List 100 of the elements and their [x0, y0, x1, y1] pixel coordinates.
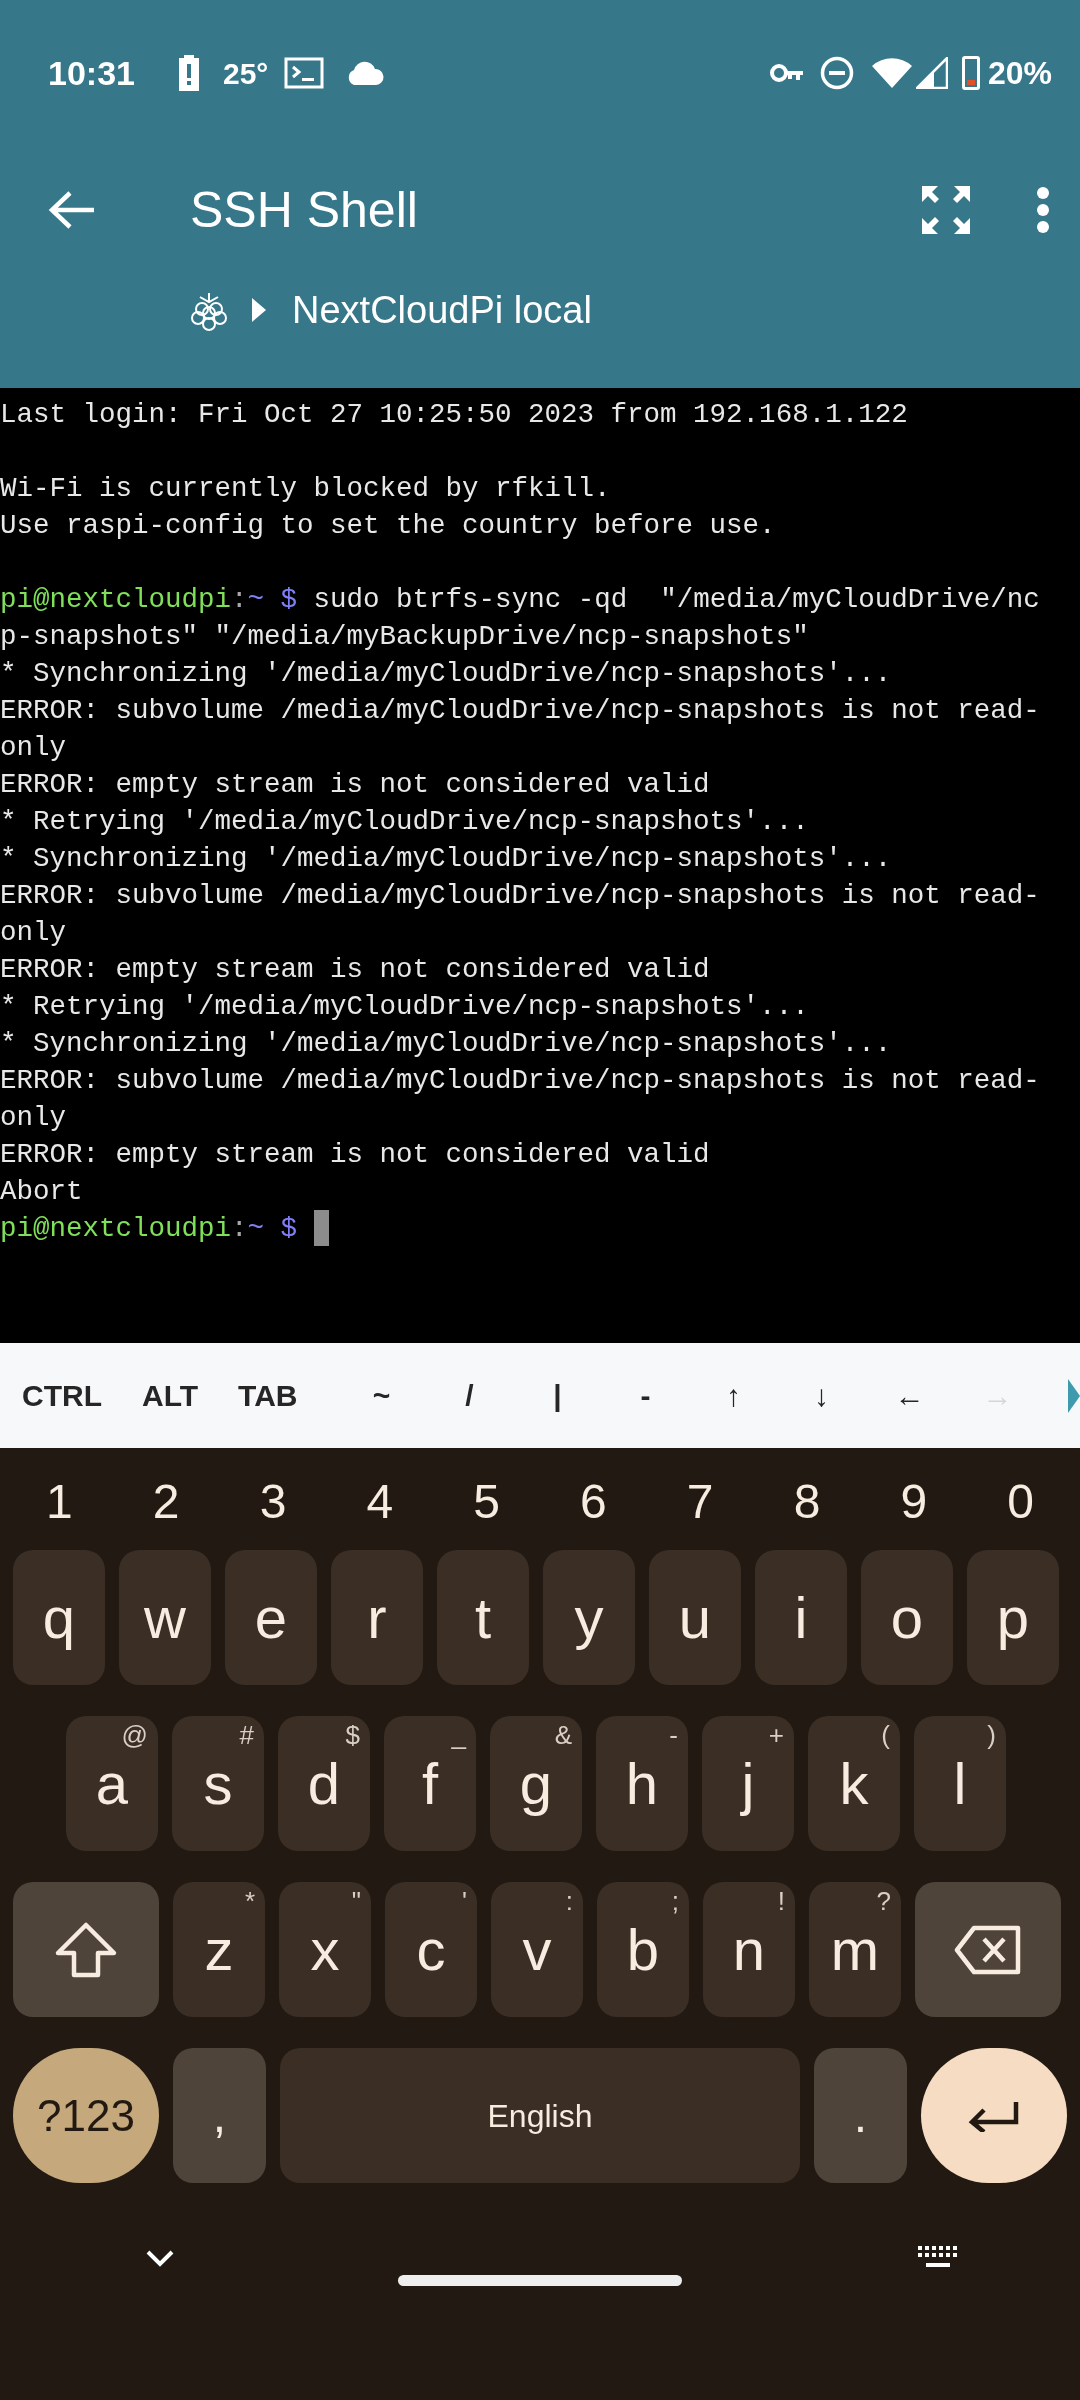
- keyboard-icon[interactable]: [918, 2246, 958, 2270]
- number-key[interactable]: 3: [226, 1466, 320, 1538]
- punctuation-key[interactable]: ,: [173, 2048, 266, 2183]
- letter-key[interactable]: b ;: [597, 1882, 689, 2017]
- letter-key[interactable]: o: [861, 1550, 953, 1685]
- extra-key[interactable]: ↑: [689, 1373, 778, 1418]
- terminal-line: Use raspi-config to set the country before use.: [0, 509, 777, 543]
- shift-icon: [54, 1920, 118, 1979]
- terminal-line: ERROR: empty stream is not considered valid: [0, 953, 711, 987]
- letter-key[interactable]: g &: [490, 1716, 582, 1851]
- collapse-icon[interactable]: [145, 2249, 175, 2267]
- extra-key[interactable]: ALT: [142, 1373, 199, 1418]
- key-hint: #: [239, 1720, 254, 1750]
- letter-key[interactable]: w: [119, 1550, 211, 1685]
- letter-key[interactable]: u: [649, 1550, 741, 1685]
- prompt-symbol: $: [280, 1212, 298, 1246]
- letter-key[interactable]: l ): [914, 1716, 1006, 1851]
- backspace-icon: [954, 1924, 1022, 1975]
- fullscreen-icon[interactable]: [922, 186, 970, 234]
- number-key[interactable]: 5: [440, 1466, 533, 1538]
- symbols-key[interactable]: ?123: [13, 2048, 159, 2183]
- letter-key[interactable]: z *: [173, 1882, 265, 2017]
- key-hint: ': [462, 1886, 467, 1916]
- key-hint: ": [351, 1886, 361, 1916]
- terminal-line: p-snapshots" "/media/myBackupDrive/ncp-snapshots": [0, 620, 810, 654]
- terminal-line: * Synchronizing '/media/myCloudDrive/ncp-snapshots'...: [0, 1027, 893, 1061]
- letter-key[interactable]: q: [13, 1550, 105, 1685]
- battery-percentage: 20%: [987, 54, 1052, 93]
- key-hint: (: [881, 1720, 890, 1750]
- terminal-line: only: [0, 1101, 67, 1135]
- letter-key[interactable]: m ?: [809, 1882, 901, 2017]
- number-key[interactable]: 1: [13, 1466, 106, 1538]
- connection-name: NextCloudPi local: [292, 287, 592, 333]
- backspace-key[interactable]: [915, 1882, 1061, 2017]
- letter-key[interactable]: n !: [703, 1882, 795, 2017]
- extra-key[interactable]: -: [601, 1373, 690, 1418]
- temperature: 25°: [222, 55, 269, 92]
- prompt-symbol: $: [280, 583, 298, 617]
- terminal-line: ERROR: empty stream is not considered valid: [0, 768, 711, 802]
- triangle-icon: [252, 298, 266, 322]
- prompt-path: ~: [247, 583, 265, 617]
- letter-key[interactable]: d $: [278, 1716, 370, 1851]
- terminal-line: Abort: [0, 1175, 84, 1209]
- cloud-icon: [346, 61, 385, 85]
- prompt-user-host: pi@nextcloudpi: [0, 583, 232, 617]
- space-bar[interactable]: English: [280, 2048, 800, 2183]
- key-hint: ;: [671, 1886, 679, 1916]
- extra-key[interactable]: ~: [337, 1373, 426, 1418]
- letter-key[interactable]: e: [225, 1550, 317, 1685]
- letter-key[interactable]: h -: [596, 1716, 688, 1851]
- shift-key[interactable]: [13, 1882, 159, 2017]
- terminal-line: * Synchronizing '/media/myCloudDrive/ncp-snapshots'...: [0, 842, 893, 876]
- terminal-line: ERROR: subvolume /media/myCloudDrive/ncp-snapshots is not read-: [0, 1064, 1041, 1098]
- terminal-line: * Retrying '/media/myCloudDrive/ncp-snapshots'...: [0, 990, 810, 1024]
- number-key[interactable]: 0: [974, 1466, 1067, 1538]
- do-not-disturb-icon: [819, 56, 854, 90]
- number-key[interactable]: 7: [653, 1466, 747, 1538]
- extra-key[interactable]: /: [425, 1373, 514, 1418]
- letter-key[interactable]: p: [967, 1550, 1059, 1685]
- key-hint: *: [244, 1886, 255, 1916]
- extra-key[interactable]: TAB: [238, 1373, 298, 1418]
- letter-key[interactable]: r: [331, 1550, 423, 1685]
- letter-key[interactable]: c ': [385, 1882, 477, 2017]
- more-icon[interactable]: [1036, 187, 1050, 233]
- letter-key[interactable]: f _: [384, 1716, 476, 1851]
- scroll-right-icon[interactable]: [1068, 1378, 1080, 1413]
- letter-key[interactable]: t: [437, 1550, 529, 1685]
- terminal-line: only: [0, 731, 67, 765]
- letter-key[interactable]: x ": [279, 1882, 371, 2017]
- extra-key[interactable]: ↓: [777, 1373, 866, 1418]
- letter-key[interactable]: i: [755, 1550, 847, 1685]
- letter-key[interactable]: y: [543, 1550, 635, 1685]
- terminal-line: only: [0, 916, 67, 950]
- alert-icon: [176, 55, 201, 91]
- extra-key[interactable]: |: [513, 1373, 602, 1418]
- letter-key[interactable]: v :: [491, 1882, 583, 2017]
- clock: 10:31: [48, 52, 135, 94]
- letter-key[interactable]: a @: [66, 1716, 158, 1851]
- key-hint: +: [768, 1720, 784, 1750]
- number-key[interactable]: 4: [333, 1466, 427, 1538]
- back-icon[interactable]: [48, 190, 96, 230]
- punctuation-key[interactable]: .: [814, 2048, 907, 2183]
- terminal-line: ERROR: subvolume /media/myCloudDrive/ncp-snapshots is not read-: [0, 694, 1041, 728]
- key-hint: -: [669, 1720, 678, 1750]
- prompt-separator: :: [231, 1212, 248, 1246]
- letter-key[interactable]: k (: [808, 1716, 900, 1851]
- number-key[interactable]: 8: [760, 1466, 854, 1538]
- letter-key[interactable]: j +: [702, 1716, 794, 1851]
- extra-key[interactable]: CTRL: [22, 1373, 102, 1418]
- key-hint: ): [987, 1720, 996, 1750]
- number-key[interactable]: 6: [547, 1466, 640, 1538]
- number-key[interactable]: 9: [867, 1466, 961, 1538]
- number-key[interactable]: 2: [119, 1466, 213, 1538]
- prompt-separator: :: [231, 583, 248, 617]
- key-hint: $: [345, 1720, 360, 1750]
- extra-key[interactable]: ←: [865, 1373, 954, 1418]
- screen-title: SSH Shell: [190, 180, 418, 240]
- letter-key[interactable]: s #: [172, 1716, 264, 1851]
- key-hint: ?: [876, 1886, 891, 1916]
- terminal-command: sudo btrfs-sync -qd "/media/myCloudDrive/nc: [313, 583, 1040, 617]
